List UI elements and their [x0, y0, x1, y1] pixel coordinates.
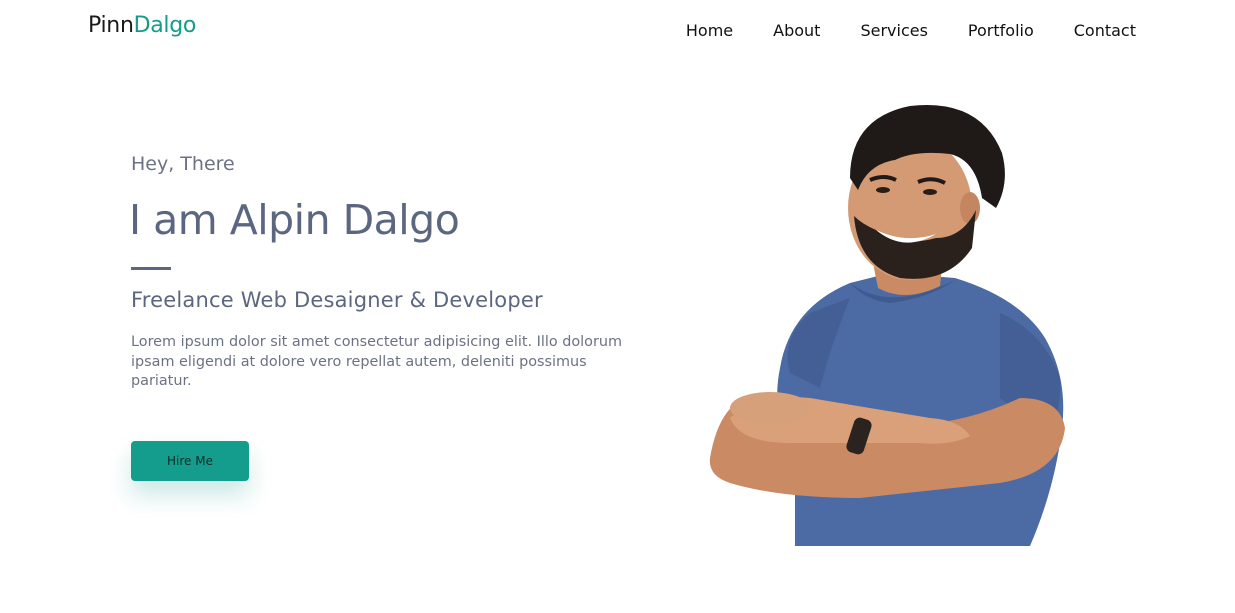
brand-logo-first: Pinn [88, 13, 134, 38]
nav-item-services[interactable]: Services [860, 21, 927, 40]
hero-subtitle: Freelance Web Desaigner & Developer [131, 288, 543, 312]
portrait-image [709, 104, 1065, 546]
brand-logo-second: Dalgo [133, 13, 197, 38]
page: PinnDalgo Home About Services Portfolio … [0, 0, 1235, 613]
hero-description: Lorem ipsum dolor sit amet consectetur a… [131, 334, 623, 389]
hire-me-button[interactable]: Hire Me [131, 441, 249, 481]
hero-headline: I am Alpin Dalgo [129, 196, 460, 244]
hero-divider [131, 267, 171, 270]
nav-item-home[interactable]: Home [686, 21, 733, 40]
main-nav: Home About Services Portfolio Contact [686, 21, 1136, 40]
nav-item-about[interactable]: About [773, 21, 820, 40]
hero-greeting: Hey, There [131, 153, 235, 175]
nav-item-portfolio[interactable]: Portfolio [968, 21, 1034, 40]
nav-item-contact[interactable]: Contact [1074, 21, 1136, 40]
brand-logo[interactable]: PinnDalgo [88, 13, 196, 38]
